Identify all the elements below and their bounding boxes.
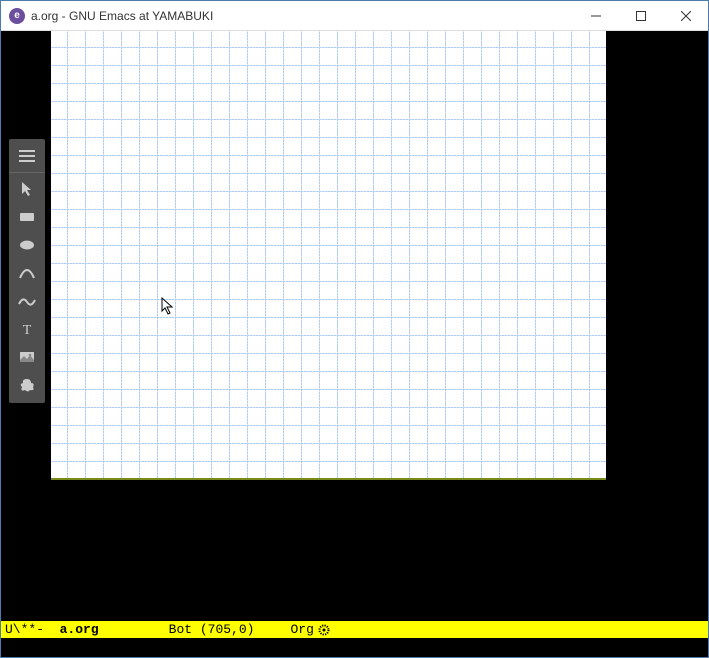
arc-icon	[17, 264, 37, 282]
rectangle-icon	[17, 208, 37, 226]
ellipse-icon	[17, 236, 37, 254]
tool-arc[interactable]	[9, 259, 45, 287]
window-title: a.org - GNU Emacs at YAMABUKI	[31, 9, 213, 23]
minibuffer[interactable]	[1, 638, 708, 657]
minimize-button[interactable]	[573, 1, 618, 30]
modeline-buffer: a.org	[60, 622, 99, 637]
modeline[interactable]: U\**- a.org Bot (705,0) Org	[1, 621, 708, 638]
modeline-position: Bot (705,0)	[169, 622, 255, 637]
drawing-toolbar: T	[9, 139, 45, 403]
modeline-mode: Org	[290, 622, 313, 637]
freeform-icon	[17, 376, 37, 394]
editor-client-area: T U\**- a.org Bot (705,0) Org	[1, 31, 708, 657]
drawing-canvas[interactable]	[51, 31, 606, 480]
tool-freeform[interactable]	[9, 371, 45, 399]
close-button[interactable]	[663, 1, 708, 30]
image-icon	[17, 348, 37, 366]
maximize-button[interactable]	[618, 1, 663, 30]
modeline-encoding: U\**-	[5, 622, 52, 637]
menu-icon	[17, 147, 37, 165]
titlebar: e a.org - GNU Emacs at YAMABUKI	[1, 1, 708, 31]
tool-pointer[interactable]	[9, 175, 45, 203]
tool-menu[interactable]	[9, 139, 45, 173]
text-icon: T	[17, 320, 37, 338]
tool-curve[interactable]	[9, 287, 45, 315]
tool-text[interactable]: T	[9, 315, 45, 343]
curve-icon	[17, 292, 37, 310]
tool-rectangle[interactable]	[9, 203, 45, 231]
canvas-grid	[51, 31, 606, 478]
pointer-icon	[17, 180, 37, 198]
emacs-icon: e	[9, 8, 25, 24]
tool-ellipse[interactable]	[9, 231, 45, 259]
tool-image[interactable]	[9, 343, 45, 371]
gear-icon	[318, 624, 330, 636]
svg-text:T: T	[23, 323, 32, 338]
